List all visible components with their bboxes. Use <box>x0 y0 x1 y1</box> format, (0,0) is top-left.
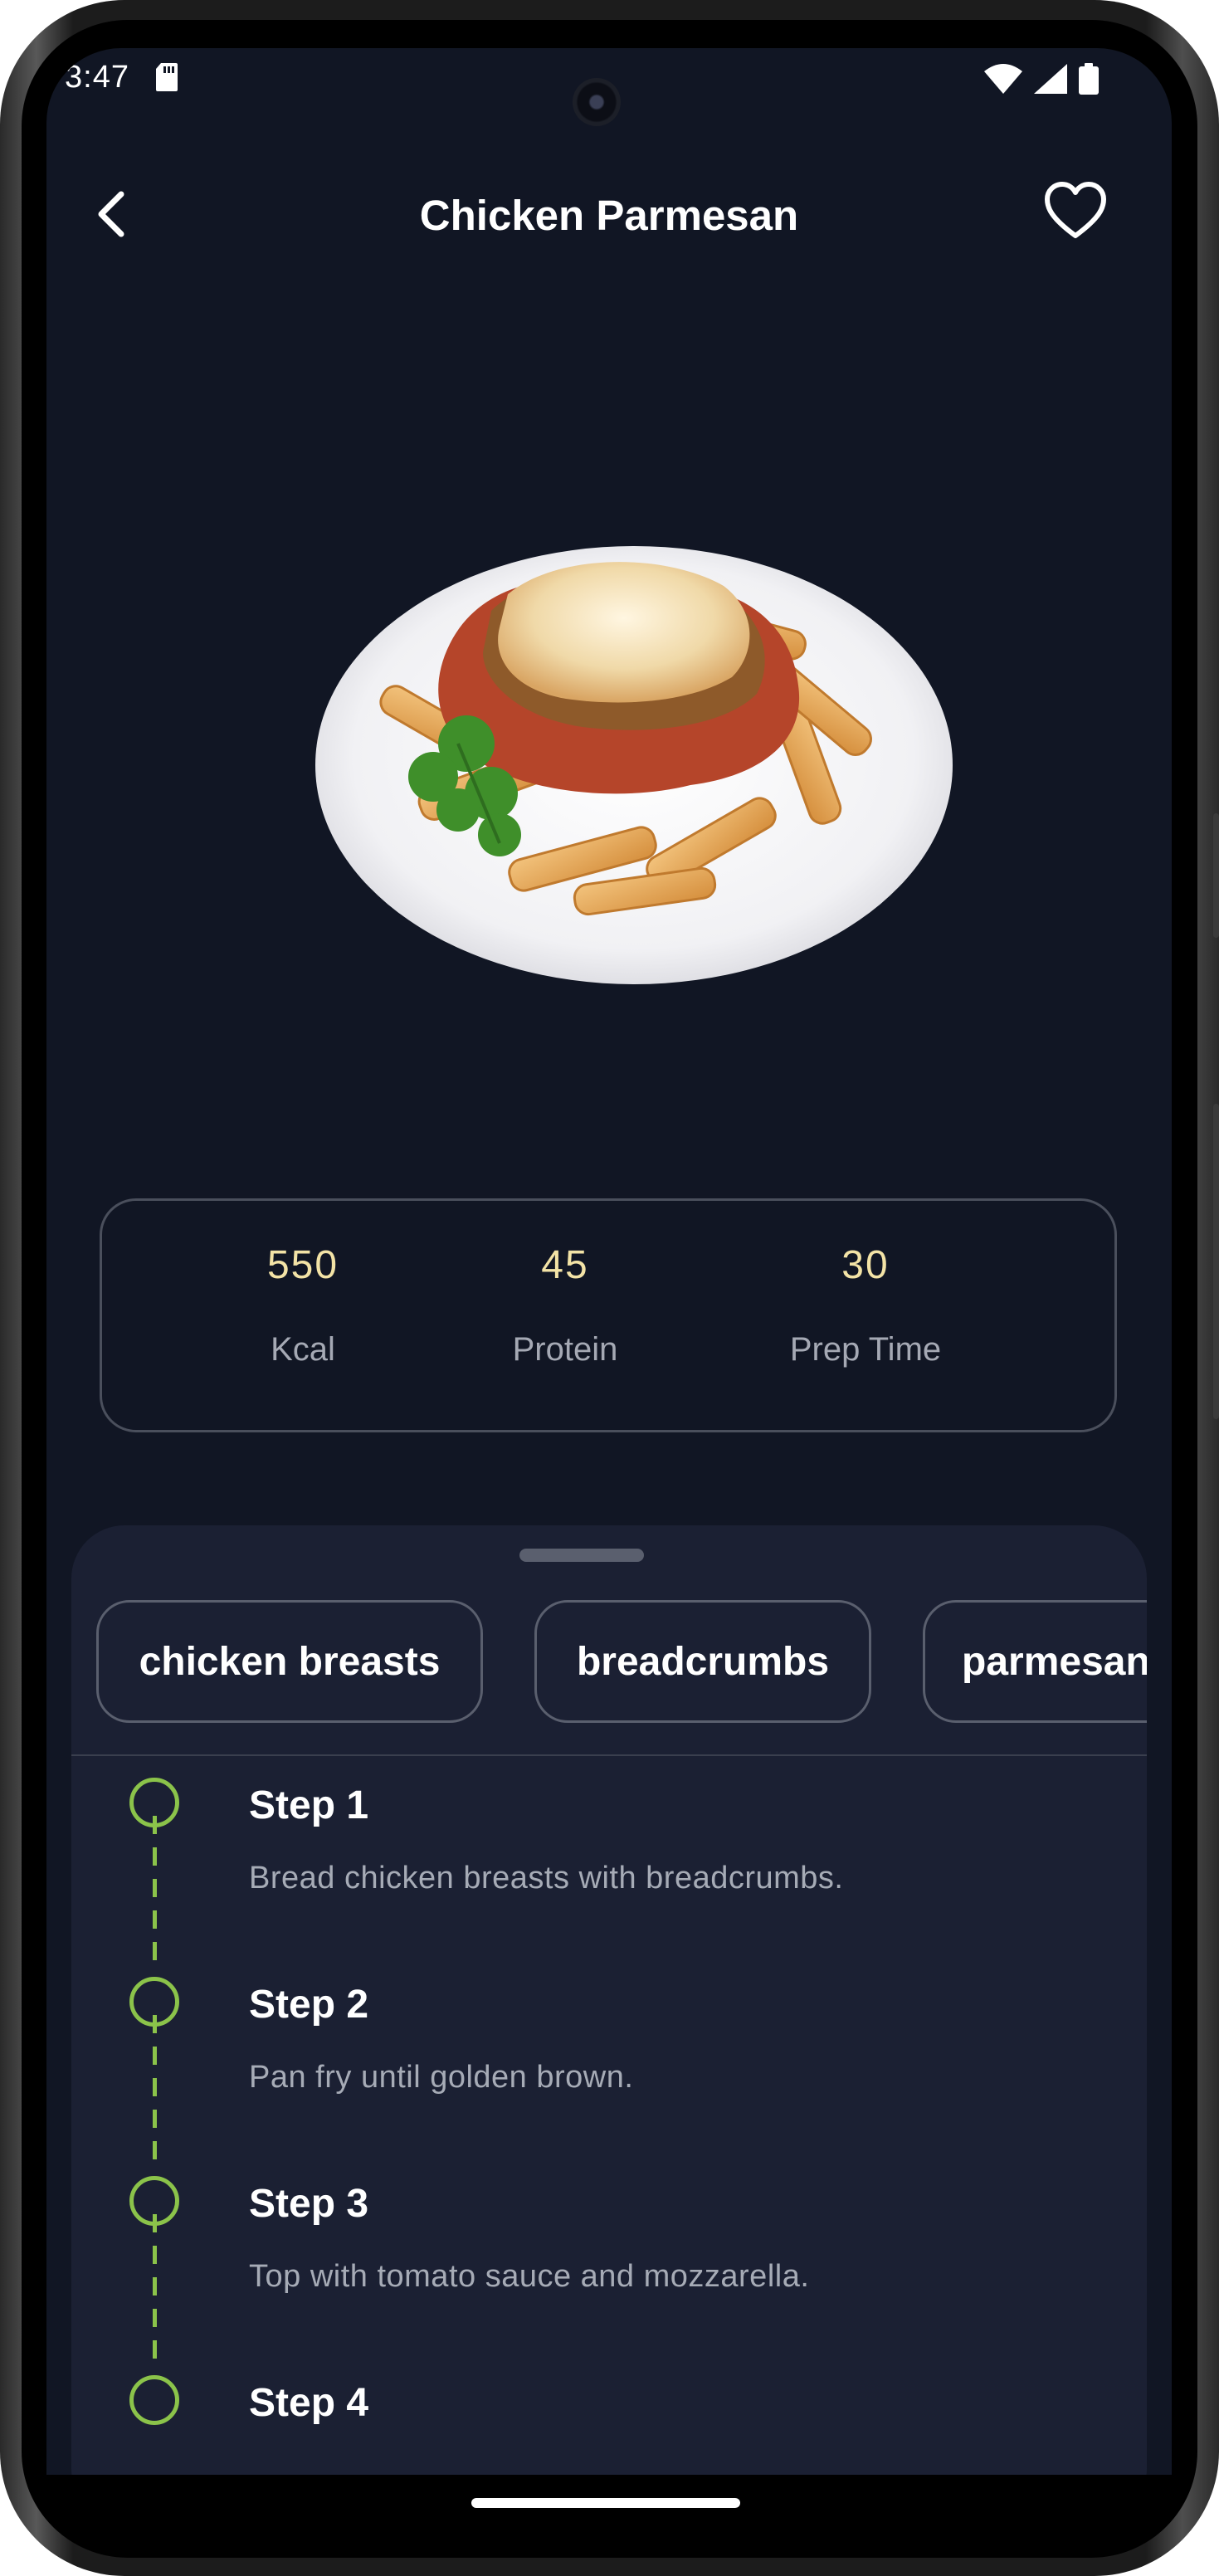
timeline-line <box>153 2214 157 2372</box>
front-camera <box>573 78 621 126</box>
step-description: Pan fry until golden brown. <box>249 2060 634 2095</box>
nutrition-card: 550 Kcal 45 Protein 30 Prep Time <box>100 1198 1117 1432</box>
signal-icon <box>1034 64 1067 94</box>
stat-label: Kcal <box>271 1331 335 1368</box>
step-title: Step 2 <box>249 1983 369 2027</box>
stat-value: 30 <box>841 1243 890 1287</box>
stat-kcal: 550 Kcal <box>195 1242 411 1368</box>
home-indicator[interactable] <box>471 2498 740 2508</box>
step-marker <box>129 2375 179 2425</box>
wifi-icon <box>984 64 1022 94</box>
step-description: Top with tomato sauce and mozzarella. <box>249 2259 810 2294</box>
scroll-fade <box>71 2430 1147 2475</box>
status-icons <box>984 63 1099 95</box>
steps-timeline: Step 1 Bread chicken breasts with breadc… <box>71 1525 1147 2475</box>
stat-protein: 45 Protein <box>457 1242 673 1368</box>
step-marker <box>129 1778 179 1827</box>
volume-button <box>1213 1104 1219 1419</box>
step-title: Step 4 <box>249 2381 369 2425</box>
stat-prep-time: 30 Prep Time <box>758 1242 973 1368</box>
phone-frame: 3:47 Chicken Parmesan 550 Kcal 45 Protei… <box>0 0 1219 2576</box>
sd-card-icon <box>156 63 178 91</box>
power-button <box>1213 813 1219 938</box>
page-title: Chicken Parmesan <box>419 192 799 239</box>
heart-outline-icon[interactable] <box>1042 179 1109 246</box>
app-screen: 3:47 Chicken Parmesan 550 Kcal 45 Protei… <box>46 48 1172 2475</box>
battery-icon <box>1079 63 1099 95</box>
step-marker <box>129 1977 179 2027</box>
details-sheet: chicken breasts breadcrumbs parmesan Ste… <box>71 1525 1147 2475</box>
stat-label: Prep Time <box>789 1331 942 1368</box>
status-time: 3:47 <box>65 60 129 95</box>
stat-label: Protein <box>512 1331 618 1368</box>
step-description: Bread chicken breasts with breadcrumbs. <box>249 1861 844 1895</box>
timeline-line <box>153 1816 157 1973</box>
food-image <box>315 546 953 984</box>
step-title: Step 3 <box>249 2182 369 2226</box>
app-bar: Chicken Parmesan <box>46 156 1172 281</box>
step-marker <box>129 2176 179 2226</box>
stat-value: 550 <box>266 1243 339 1287</box>
step-title: Step 1 <box>249 1783 369 1827</box>
stat-value: 45 <box>541 1243 589 1287</box>
timeline-line <box>153 2015 157 2173</box>
